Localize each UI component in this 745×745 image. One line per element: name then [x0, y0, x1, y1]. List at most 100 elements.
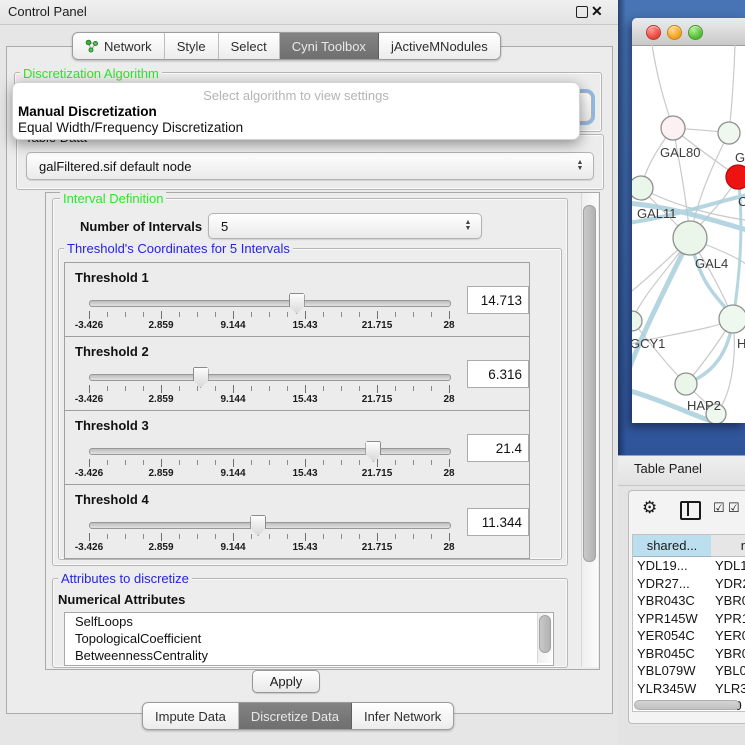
- columns-icon[interactable]: [680, 501, 701, 520]
- tab-discretize-data[interactable]: Discretize Data: [239, 703, 352, 729]
- threshold-1-value-field[interactable]: 14.713: [467, 286, 529, 314]
- table-row[interactable]: YDR27...YDR2: [633, 575, 745, 593]
- threshold-1-panel: Threshold 1 -3.426 2.859 9.144 15.43 21.…: [64, 262, 530, 337]
- node-gcy1[interactable]: [632, 311, 642, 331]
- tab-select[interactable]: Select: [219, 33, 280, 59]
- slider-ticks: [89, 386, 449, 391]
- tab-network[interactable]: Network: [73, 33, 165, 59]
- node-h[interactable]: [719, 305, 745, 333]
- list-item[interactable]: BetweennessCentrality: [65, 647, 553, 664]
- node-gal80[interactable]: [661, 116, 685, 140]
- number-of-intervals-select[interactable]: 5 ▲▼: [208, 213, 482, 239]
- number-of-intervals-label: Number of Intervals: [80, 219, 202, 234]
- tick-label: 2.859: [148, 394, 173, 405]
- node-label: C: [738, 194, 745, 209]
- combo-stepper-icon: ▲▼: [459, 220, 481, 232]
- slider-ticks: [89, 460, 449, 465]
- table-horizontal-scrollbar-thumb[interactable]: [634, 700, 740, 710]
- table-row[interactable]: YER054CYER0: [633, 627, 745, 645]
- node-gal11[interactable]: [632, 176, 653, 200]
- node-label: H: [737, 336, 745, 351]
- tick-label: 21.715: [362, 468, 393, 479]
- number-of-intervals-value: 5: [209, 219, 459, 234]
- threshold-3-slider-thumb[interactable]: [365, 441, 381, 462]
- tick-label: 15.43: [292, 468, 317, 479]
- column-header-name[interactable]: name: [711, 535, 745, 557]
- tab-infer-network[interactable]: Infer Network: [352, 703, 453, 729]
- threshold-2-slider-thumb[interactable]: [193, 367, 209, 388]
- tab-style[interactable]: Style: [165, 33, 219, 59]
- node-green[interactable]: [718, 122, 740, 144]
- table-row[interactable]: YDL19...YDL1: [633, 557, 745, 575]
- float-window-icon[interactable]: [576, 6, 588, 18]
- table-row[interactable]: YBR043CYBR0: [633, 592, 745, 610]
- algorithm-dropdown-popup: Select algorithm to view settings Manual…: [12, 82, 580, 140]
- list-item[interactable]: TopologicalCoefficient: [65, 630, 553, 647]
- gear-icon[interactable]: ⚙: [642, 498, 657, 518]
- threshold-4-slider[interactable]: -3.426 2.859 9.144 15.43 21.715 28: [89, 485, 449, 558]
- table-row[interactable]: YBL079WYBL0: [633, 662, 745, 680]
- mac-close-button[interactable]: [646, 25, 661, 40]
- network-graph-canvas[interactable]: GAL80 GA C GAL11 GAL4 GCY1 H HAP2: [632, 45, 745, 423]
- tick-label: 15.43: [292, 320, 317, 331]
- node-red-selected[interactable]: [726, 165, 745, 189]
- network-icon: [85, 39, 99, 53]
- table-data-selected-value: galFiltered.sif default node: [27, 159, 571, 174]
- node-label: HAP2: [687, 398, 721, 413]
- discretization-algorithm-group-title: Discretization Algorithm: [20, 67, 162, 80]
- threshold-1-slider-thumb[interactable]: [289, 293, 305, 314]
- threshold-4-slider-thumb[interactable]: [250, 515, 266, 536]
- table-row[interactable]: YLR345WYLR3: [633, 680, 745, 698]
- threshold-2-value-field[interactable]: 6.316: [467, 360, 529, 388]
- slider-ticks: [89, 534, 449, 539]
- threshold-2-slider[interactable]: -3.426 2.859 9.144 15.43 21.715 28: [89, 337, 449, 410]
- node-label: GAL11: [637, 206, 677, 221]
- vertical-scrollbar-thumb[interactable]: [583, 205, 596, 562]
- node-hap2[interactable]: [675, 373, 697, 395]
- checkbox-icon[interactable]: ☑: [713, 500, 725, 516]
- close-icon[interactable]: ✕: [591, 3, 603, 20]
- threshold-1-slider[interactable]: -3.426 2.859 9.144 15.43 21.715 28: [89, 263, 449, 336]
- list-item[interactable]: SelfLoops: [65, 613, 553, 630]
- list-scrollbar-thumb[interactable]: [539, 615, 551, 653]
- tab-cyni-toolbox-label: Cyni Toolbox: [292, 39, 366, 54]
- popup-hint: Select algorithm to view settings: [13, 88, 579, 103]
- threshold-3-value-field[interactable]: 21.4: [467, 434, 529, 462]
- tick-label: -3.426: [75, 542, 103, 553]
- combo-stepper-icon: ▲▼: [571, 160, 593, 172]
- popup-option-equal-width-frequency[interactable]: Equal Width/Frequency Discretization: [18, 120, 243, 135]
- control-panel-window: Control Panel ✕ Network Style: [0, 0, 619, 745]
- tab-jactivemnodules[interactable]: jActiveMNodules: [379, 33, 500, 59]
- desktop-shadow: [618, 0, 626, 455]
- columns-icon-divider: [687, 501, 689, 516]
- attributes-group-title: Attributes to discretize: [58, 572, 192, 585]
- apply-button[interactable]: Apply: [252, 670, 320, 693]
- mac-zoom-button[interactable]: [688, 25, 703, 40]
- checkbox-icon[interactable]: ☑: [728, 500, 740, 516]
- slider-track[interactable]: [89, 300, 451, 307]
- threshold-3-slider[interactable]: -3.426 2.859 9.144 15.43 21.715 28: [89, 411, 449, 484]
- tab-select-label: Select: [231, 39, 267, 54]
- thresholds-group-title: Threshold's Coordinates for 5 Intervals: [64, 242, 293, 255]
- tab-network-label: Network: [104, 39, 152, 54]
- table-row[interactable]: YBR045CYBR0: [633, 645, 745, 663]
- interval-definition-title: Interval Definition: [60, 192, 166, 205]
- popup-option-manual-discretization[interactable]: Manual Discretization: [18, 104, 157, 119]
- tab-impute-data[interactable]: Impute Data: [143, 703, 239, 729]
- slider-ticks: [89, 312, 449, 317]
- tick-label: 21.715: [362, 542, 393, 553]
- control-panel-titlebar[interactable]: Control Panel ✕: [0, 0, 618, 25]
- numerical-attributes-list[interactable]: SelfLoops TopologicalCoefficient Between…: [64, 612, 554, 666]
- column-header-shared-name[interactable]: shared...: [633, 535, 712, 557]
- table-data-select[interactable]: galFiltered.sif default node ▲▼: [26, 152, 594, 180]
- tab-cyni-toolbox[interactable]: Cyni Toolbox: [280, 33, 379, 59]
- slider-track[interactable]: [89, 448, 451, 455]
- slider-track[interactable]: [89, 522, 451, 529]
- threshold-4-value-field[interactable]: 11.344: [467, 508, 529, 536]
- node-gal4[interactable]: [673, 221, 707, 255]
- tick-label: 9.144: [220, 394, 245, 405]
- table-row[interactable]: YPR145WYPR1: [633, 610, 745, 628]
- slider-track[interactable]: [89, 374, 451, 381]
- network-window-titlebar[interactable]: [632, 18, 745, 46]
- mac-minimize-button[interactable]: [667, 25, 682, 40]
